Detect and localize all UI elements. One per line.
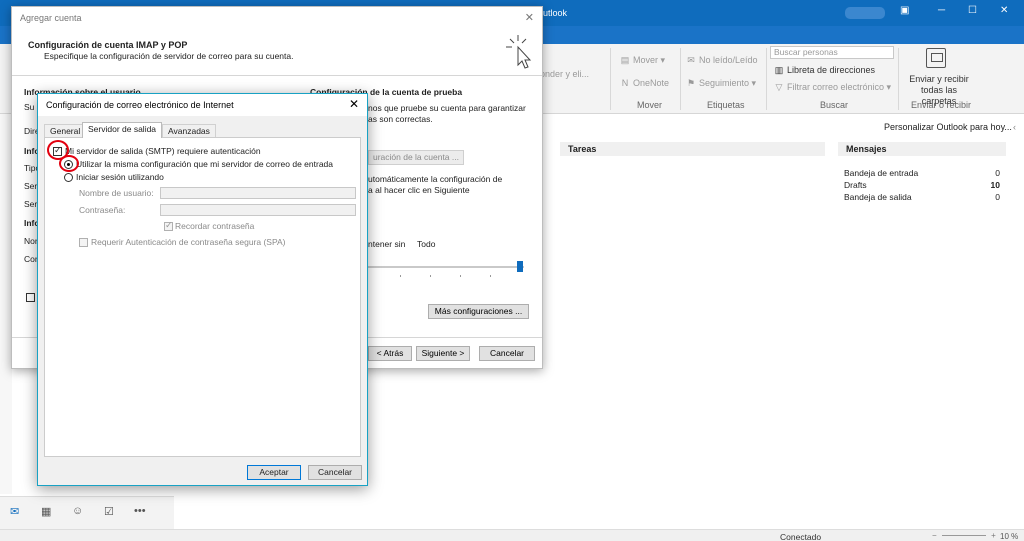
remember-password-label: Recordar contraseña <box>175 221 255 231</box>
move-icon: ▤ <box>620 55 630 65</box>
tasks-icon[interactable]: ☑ <box>104 505 114 518</box>
mantener-label: ntener sin <box>368 239 406 249</box>
navigation-bar: ✉ ▦ ☺ ☑ ••• <box>0 496 174 529</box>
spa-checkbox[interactable] <box>79 238 88 247</box>
people-icon[interactable]: ☺ <box>72 505 83 517</box>
calendar-icon[interactable]: ▦ <box>41 505 51 518</box>
mover-button[interactable]: ▤ Mover ▾ <box>620 55 665 66</box>
offline-slider-thumb[interactable] <box>517 261 523 272</box>
tab-servidor-salida[interactable]: Servidor de salida <box>82 122 163 138</box>
cancel-button[interactable]: Cancelar <box>479 346 535 361</box>
partial-checkbox[interactable] <box>26 293 35 302</box>
seguimiento-button[interactable]: ⚑ Seguimiento ▾ <box>686 78 756 89</box>
more-settings-button[interactable]: Más configuraciones ... <box>428 304 529 319</box>
address-book-icon: ▥ <box>774 65 784 75</box>
next-button[interactable]: Siguiente > <box>416 346 470 361</box>
test-text-2: as son correctas. <box>368 114 433 124</box>
login-using-label: Iniciar sesión utilizando <box>76 172 164 182</box>
test-text-1: nos que pruebe su cuenta para garantizar <box>368 103 526 113</box>
dialog-titlebar: Configuración de correo electrónico de I… <box>38 94 367 116</box>
dialog-title: Agregar cuenta <box>20 13 82 23</box>
smtp-auth-label: Mi servidor de salida (SMTP) requiere au… <box>65 146 261 156</box>
todo-label: Todo <box>417 239 436 249</box>
annotation-circle <box>59 155 79 172</box>
group-buscar-label: Buscar <box>820 100 849 110</box>
more-icon[interactable]: ••• <box>134 505 146 517</box>
mail-icon[interactable]: ✉ <box>10 505 19 518</box>
libreta-button[interactable]: ▥ Libreta de direcciones <box>774 65 875 76</box>
dialog-title: Configuración de correo electrónico de I… <box>46 100 234 110</box>
mensajes-panel: Mensajes Bandeja de entrada 0 Drafts 10 Ba… <box>838 142 1006 202</box>
close-icon[interactable]: ✕ <box>349 97 359 111</box>
tab-general[interactable]: General <box>44 124 87 137</box>
mensajes-row[interactable]: Drafts 10 <box>844 180 1004 190</box>
onenote-button[interactable]: N OneNote <box>620 78 669 88</box>
send-receive-icon[interactable] <box>926 48 946 68</box>
minimize-icon[interactable]: ─ <box>938 5 945 16</box>
no-leido-button[interactable]: ✉ No leído/Leído <box>686 55 757 66</box>
use-same-settings-label: Utilizar la misma configuración que mi s… <box>76 159 334 169</box>
zoom-slider[interactable]: − + <box>932 531 996 540</box>
restore-ribbon-icon[interactable]: ▣ <box>900 5 909 16</box>
cancel-button[interactable]: Cancelar <box>308 465 362 480</box>
auto-text-2: a al hacer clic en Siguiente <box>368 185 470 195</box>
servidor-salida-panel: Mi servidor de salida (SMTP) requiere au… <box>44 137 361 457</box>
partial-label: Ser <box>24 181 38 191</box>
mensajes-row[interactable]: Bandeja de entrada 0 <box>844 168 1004 178</box>
group-etiquetas-label: Etiquetas <box>707 100 745 110</box>
tareas-panel: Tareas <box>560 142 825 156</box>
offline-slider-track[interactable] <box>368 266 524 268</box>
group-mover-label: Mover <box>637 100 663 110</box>
send-receive-button[interactable]: Enviar y recibir todas las carpetas <box>904 74 974 107</box>
partial-label: Su <box>24 102 35 112</box>
partial-label: Ser <box>24 199 38 209</box>
user-name-blurred <box>845 7 885 19</box>
maximize-icon[interactable]: ☐ <box>968 5 977 16</box>
connection-status: Conectado <box>780 532 822 541</box>
app-title: utlook <box>543 8 568 18</box>
close-icon[interactable]: ✕ <box>525 11 534 24</box>
ribbon-partial-text: onder y eli... <box>540 69 590 79</box>
scroll-up-icon[interactable]: ‹ <box>1013 122 1016 132</box>
auto-text-1: utomáticamente la configuración de <box>368 174 503 184</box>
dialog-subheading: Especifique la configuración de servidor… <box>44 51 294 61</box>
status-bar: Conectado − + 10 % <box>0 529 1024 541</box>
mensajes-header: Mensajes <box>838 142 1006 156</box>
personalize-link[interactable]: Personalizar Outlook para hoy... <box>884 122 1012 132</box>
mensajes-row[interactable]: Bandeja de salida 0 <box>844 192 1004 202</box>
tab-avanzadas[interactable]: Avanzadas <box>162 124 216 137</box>
spa-label: Requerir Autenticación de contraseña seg… <box>91 237 286 247</box>
login-using-radio[interactable] <box>64 173 73 182</box>
internet-email-settings-dialog: Configuración de correo electrónico de I… <box>37 93 368 486</box>
tareas-header: Tareas <box>568 144 597 154</box>
password-label: Contraseña: <box>79 205 126 215</box>
remember-password-checkbox[interactable] <box>164 220 173 231</box>
username-label: Nombre de usuario: <box>79 188 154 198</box>
partial-label: Nor <box>24 236 38 246</box>
username-field[interactable] <box>160 187 356 199</box>
filtrar-button[interactable]: ▽ Filtrar correo electrónico ▾ <box>774 82 892 93</box>
test-account-button[interactable]: uración de la cuenta ... <box>368 150 464 165</box>
close-window-icon[interactable]: ✕ <box>1000 5 1008 16</box>
password-field[interactable] <box>160 204 356 216</box>
click-cursor-icon <box>506 35 532 69</box>
onenote-icon: N <box>621 78 629 88</box>
read-unread-icon: ✉ <box>687 55 695 65</box>
dialog-heading: Configuración de cuenta IMAP y POP <box>28 40 188 50</box>
search-people-input[interactable]: Buscar personas <box>770 46 894 59</box>
accept-button[interactable]: Aceptar <box>247 465 301 480</box>
zoom-level: 10 % <box>1000 532 1019 541</box>
filter-icon: ▽ <box>775 82 783 92</box>
back-button[interactable]: < Atrás <box>368 346 412 361</box>
flag-icon: ⚑ <box>686 78 696 88</box>
